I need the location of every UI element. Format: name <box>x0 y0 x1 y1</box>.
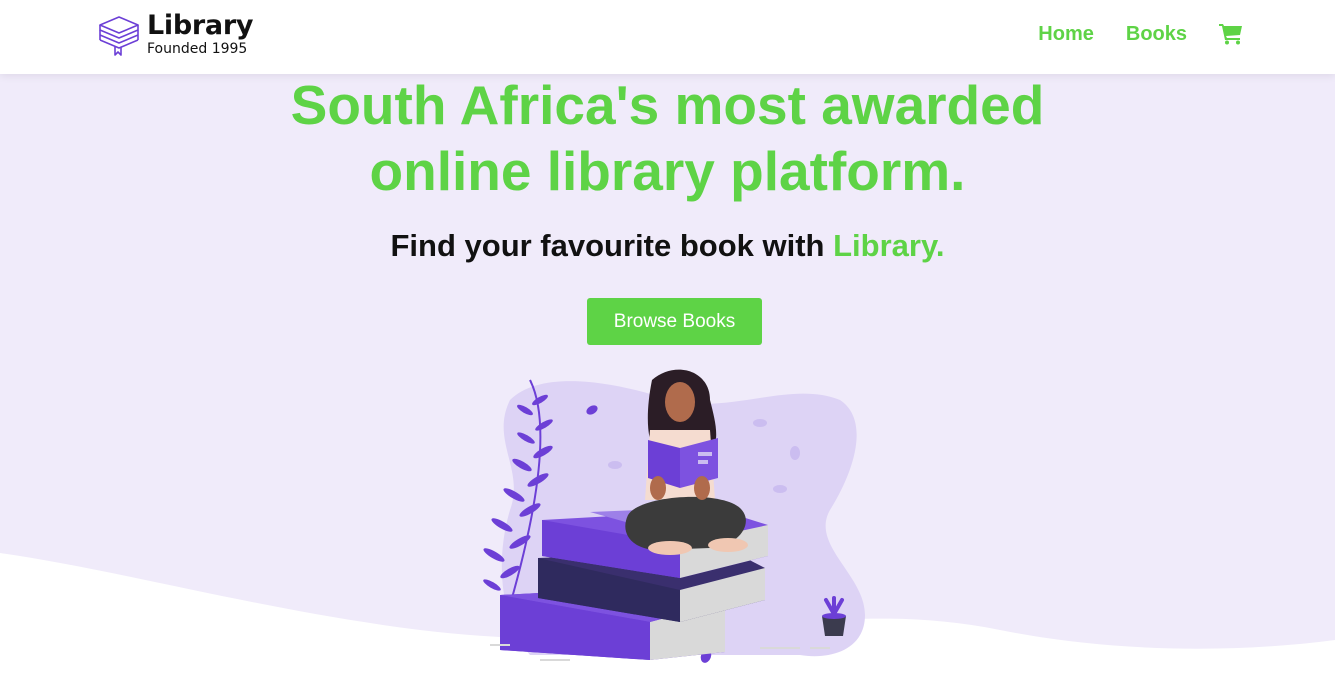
hero-subtitle-brand: Library. <box>833 228 945 263</box>
hero-title: South Africa's most awarded online libra… <box>0 72 1335 204</box>
nav-links: Home Books <box>1006 0 1243 68</box>
hero-subtitle: Find your favourite book with Library. <box>0 228 1335 264</box>
brand-name: Library <box>147 10 254 41</box>
hero-subtitle-text: Find your favourite book with <box>390 228 825 263</box>
top-navbar: Library Founded 1995 Home Books <box>0 0 1335 74</box>
shopping-cart-icon[interactable] <box>1219 23 1243 45</box>
stacked-books-icon <box>99 16 139 56</box>
hero-title-line1: South Africa's most awarded <box>290 74 1045 136</box>
brand-logo[interactable]: Library Founded 1995 <box>97 4 253 64</box>
browse-books-button[interactable]: Browse Books <box>587 298 762 345</box>
woman-reading-on-books-illustration <box>483 369 865 663</box>
brand-tagline: Founded 1995 <box>147 41 248 57</box>
nav-link-home[interactable]: Home <box>1038 23 1094 46</box>
nav-link-books[interactable]: Books <box>1126 23 1187 46</box>
hero-title-line2: online library platform. <box>369 140 966 202</box>
